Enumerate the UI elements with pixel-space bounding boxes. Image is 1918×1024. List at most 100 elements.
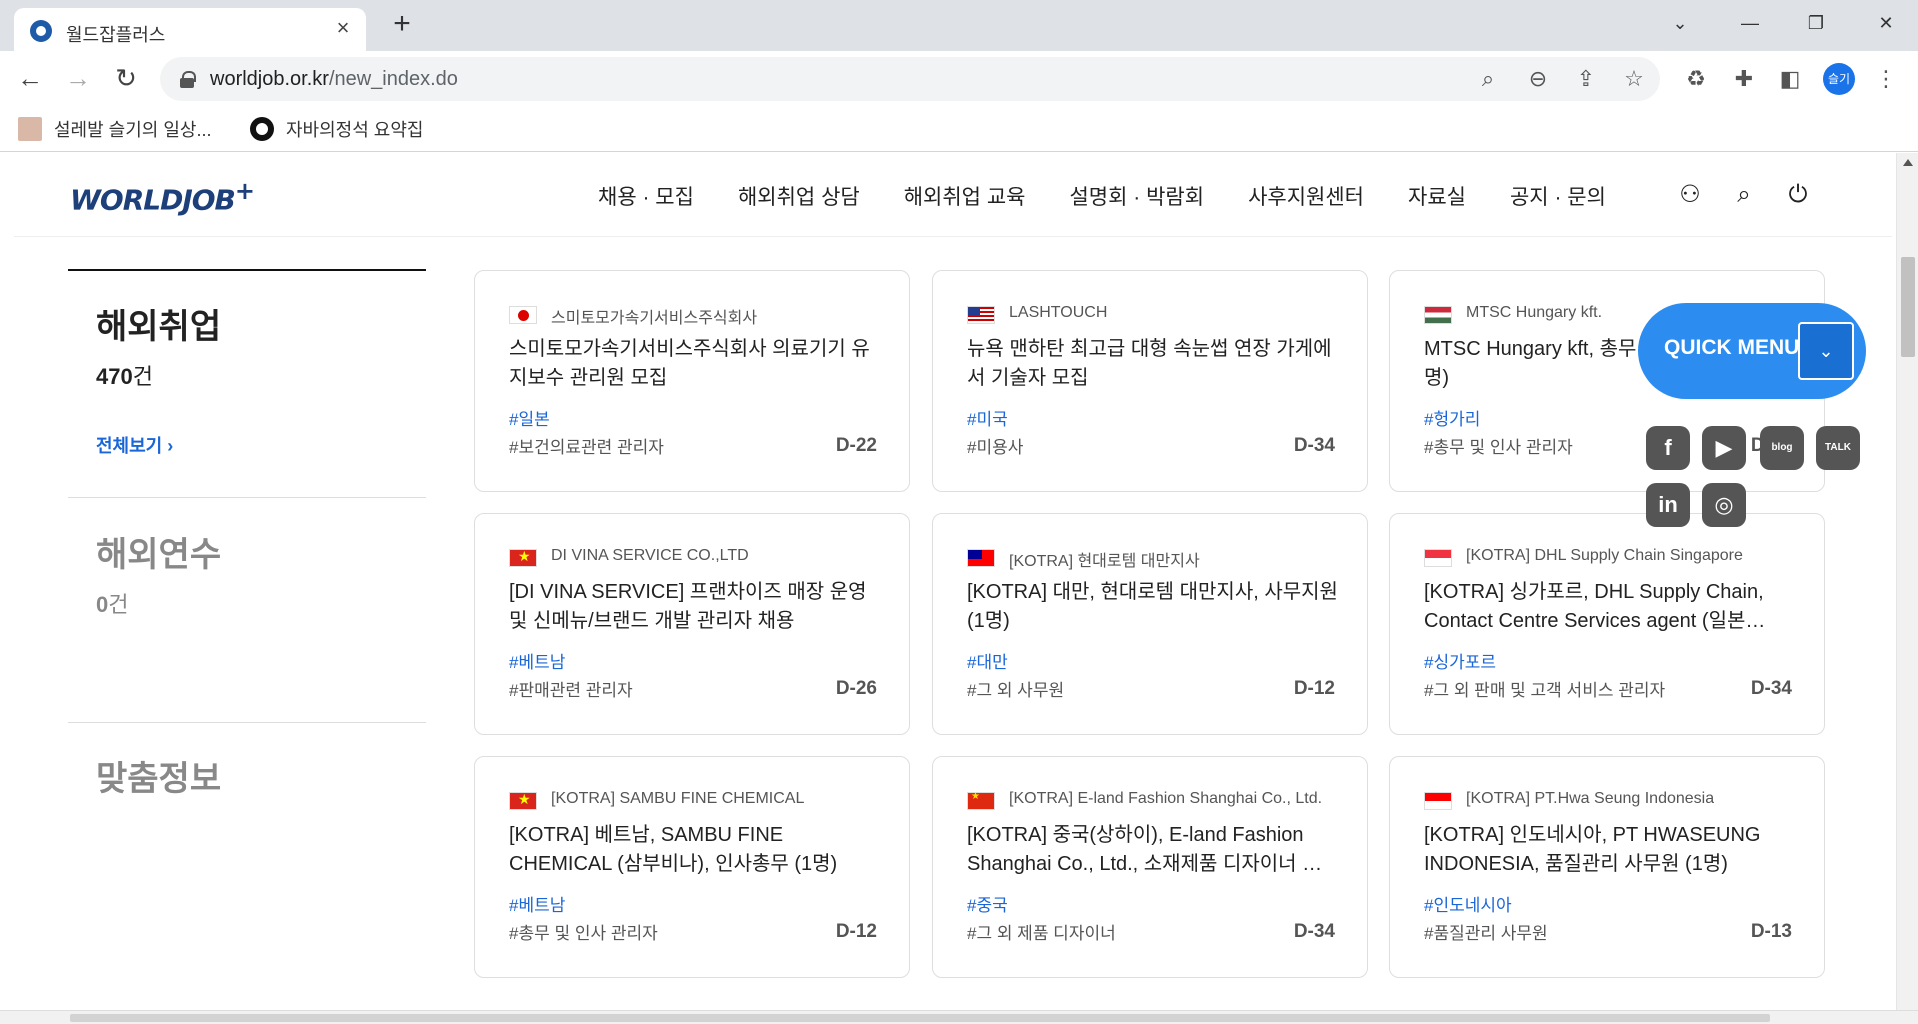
country-tag[interactable]: #중국: [967, 891, 1008, 916]
flag-icon: [967, 306, 995, 324]
flag-icon: [1424, 549, 1452, 567]
job-card[interactable]: [KOTRA] 현대로템 대만지사 [KOTRA] 대만, 현대로템 대만지사, …: [932, 513, 1368, 735]
tab-title: 월드잡플러스: [66, 25, 166, 45]
nav-item[interactable]: 해외취업 상담: [738, 181, 860, 211]
instagram-icon[interactable]: ◎: [1702, 483, 1746, 527]
linkedin-icon[interactable]: in: [1646, 483, 1690, 527]
job-card[interactable]: LASHTOUCH 뉴욕 맨하탄 최고급 대형 속눈썹 연장 가게에서 기술자 모…: [932, 270, 1368, 492]
job-title[interactable]: 스미토모가속기서비스주식회사 의료기기 유지보수 관리원 모집: [509, 335, 881, 393]
job-title[interactable]: [KOTRA] 베트남, SAMBU FINE CHEMICAL (삼부비나),…: [509, 821, 881, 879]
nav-item[interactable]: 공지 · 문의: [1510, 181, 1606, 211]
bookmark-item[interactable]: 설레발 슬기의 일상...: [18, 113, 211, 145]
section-count: 470건: [96, 364, 153, 389]
nav-item[interactable]: 채용 · 모집: [598, 181, 694, 211]
quick-menu[interactable]: QUICK MENU ⌄: [1638, 303, 1866, 399]
job-category: #총무 및 인사 관리자: [509, 924, 658, 943]
bookmark-item[interactable]: 자바의정석 요약집: [250, 113, 423, 145]
restore-icon[interactable]: ❐: [1794, 10, 1838, 36]
company-name: [KOTRA] 현대로템 대만지사: [1009, 553, 1200, 570]
address-bar[interactable]: worldjob.or.kr/new_index.do ⌕ ⊖ ⇪ ☆: [160, 57, 1660, 101]
vertical-scrollbar[interactable]: [1896, 153, 1918, 1010]
forward-icon[interactable]: →: [62, 63, 94, 95]
reload-icon[interactable]: ↻: [110, 63, 142, 95]
section-title[interactable]: 해외연수: [96, 527, 221, 576]
view-all-link[interactable]: 전체보기 ›: [96, 432, 173, 458]
deadline-badge: D-12: [835, 921, 877, 942]
deadline-badge: D-22: [835, 435, 877, 456]
country-tag[interactable]: #일본: [509, 405, 550, 430]
window-close-icon[interactable]: ✕: [1864, 10, 1908, 36]
job-title[interactable]: [KOTRA] 인도네시아, PT HWASEUNG INDONESIA, 품질…: [1424, 821, 1796, 879]
tab-search-icon[interactable]: ⌄: [1658, 10, 1702, 36]
country-tag[interactable]: #대만: [967, 648, 1008, 673]
minimize-icon[interactable]: —: [1728, 10, 1772, 36]
scroll-thumb[interactable]: [70, 1014, 1770, 1022]
job-category: #보건의료관련 관리자: [509, 438, 664, 457]
job-card[interactable]: [KOTRA] E-land Fashion Shanghai Co., Ltd…: [932, 756, 1368, 978]
job-card[interactable]: DI VINA SERVICE CO.,LTD [DI VINA SERVICE]…: [474, 513, 910, 735]
company-name: 스미토모가속기서비스주식회사: [551, 310, 758, 327]
new-tab-icon[interactable]: +: [386, 9, 418, 41]
search-icon[interactable]: ⌕: [1728, 179, 1760, 211]
url-text[interactable]: worldjob.or.kr/new_index.do: [210, 68, 458, 91]
back-icon[interactable]: ←: [14, 63, 46, 95]
bookmarks-bar: 설레발 슬기의 일상... 자바의정석 요약집: [0, 107, 1918, 152]
country-tag[interactable]: #헝가리: [1424, 405, 1480, 430]
bookmark-avatar-icon: [18, 117, 42, 141]
search-icon[interactable]: ⌕: [1474, 65, 1502, 93]
job-category: #총무 및 인사 관리자: [1424, 438, 1573, 457]
country-tag[interactable]: #베트남: [509, 891, 565, 916]
deadline-badge: D-26: [835, 678, 877, 699]
nav-item[interactable]: 해외취업 교육: [904, 181, 1026, 211]
facebook-icon[interactable]: f: [1646, 426, 1690, 470]
user-icon[interactable]: ⚇: [1674, 179, 1706, 211]
nav-item[interactable]: 설명회 · 박람회: [1069, 181, 1204, 211]
job-card[interactable]: 스미토모가속기서비스주식회사스미토모가속기서비스주식회사 의료기기 유지보수 관…: [474, 270, 910, 492]
close-tab-icon[interactable]: ×: [332, 17, 354, 39]
share-icon[interactable]: ⇪: [1572, 65, 1600, 93]
country-tag[interactable]: #미국: [967, 405, 1008, 430]
job-category: #판매관련 관리자: [509, 681, 633, 700]
section-title[interactable]: 해외취업: [96, 299, 221, 348]
flag-icon: [509, 306, 537, 324]
kakaotalk-icon[interactable]: TALK: [1816, 426, 1860, 470]
bookmark-star-icon[interactable]: ☆: [1620, 65, 1648, 93]
youtube-icon[interactable]: ▶: [1702, 426, 1746, 470]
main-nav: 채용 · 모집 해외취업 상담 해외취업 교육 설명회 · 박람회 사후지원센터…: [598, 181, 1650, 211]
section-title[interactable]: 맞춤정보: [96, 751, 221, 800]
nav-item[interactable]: 사후지원센터: [1248, 181, 1364, 211]
job-title[interactable]: [DI VINA SERVICE] 프랜차이즈 매장 운영 및 신메뉴/브랜드 …: [509, 578, 881, 636]
recycle-icon[interactable]: ♻: [1680, 63, 1712, 95]
bookmark-label: 자바의정석 요약집: [286, 120, 424, 140]
worldjob-logo[interactable]: WORLDJOB+: [70, 177, 255, 216]
country-tag[interactable]: #인도네시아: [1424, 891, 1512, 916]
profile-avatar[interactable]: 슬기: [1823, 63, 1855, 95]
job-card[interactable]: [KOTRA] SAMBU FINE CHEMICAL [KOTRA] 베트남, …: [474, 756, 910, 978]
power-icon[interactable]: ⏻: [1782, 179, 1814, 211]
country-tag[interactable]: #베트남: [509, 648, 565, 673]
menu-dots-icon[interactable]: ⋮: [1870, 63, 1902, 95]
job-card[interactable]: [KOTRA] DHL Supply Chain Singapore [KOTRA…: [1389, 513, 1825, 735]
job-category: #미용사: [967, 438, 1024, 457]
country-tag[interactable]: #싱가포르: [1424, 648, 1496, 673]
job-category: #품질관리 사무원: [1424, 924, 1548, 943]
nav-item[interactable]: 자료실: [1408, 181, 1466, 211]
side-panel-icon[interactable]: ◧: [1774, 63, 1806, 95]
scroll-thumb[interactable]: [1901, 257, 1915, 357]
zoom-out-icon[interactable]: ⊖: [1524, 65, 1552, 93]
lock-icon[interactable]: [180, 71, 196, 88]
job-title[interactable]: [KOTRA] 대만, 현대로템 대만지사, 사무지원(1명): [967, 578, 1339, 636]
panel-top-divider: [68, 269, 426, 271]
horizontal-scrollbar[interactable]: [0, 1010, 1918, 1024]
browser-tab[interactable]: 월드잡플러스 ×: [14, 8, 366, 51]
scroll-up-icon[interactable]: [1903, 159, 1913, 166]
chevron-down-icon[interactable]: ⌄: [1798, 322, 1854, 380]
extensions-icon[interactable]: ✚: [1728, 63, 1760, 95]
job-card[interactable]: [KOTRA] PT.Hwa Seung Indonesia [KOTRA] 인도…: [1389, 756, 1825, 978]
job-title[interactable]: 뉴욕 맨하탄 최고급 대형 속눈썹 연장 가게에서 기술자 모집: [967, 335, 1339, 393]
job-title[interactable]: [KOTRA] 싱가포르, DHL Supply Chain, Contact …: [1424, 578, 1796, 636]
page-viewport: WORLDJOB+ 채용 · 모집 해외취업 상담 해외취업 교육 설명회 · …: [0, 153, 1918, 1010]
blog-icon[interactable]: blog: [1760, 426, 1804, 470]
company-name: [KOTRA] SAMBU FINE CHEMICAL: [551, 790, 805, 807]
job-title[interactable]: [KOTRA] 중국(상하이), E-land Fashion Shanghai…: [967, 821, 1339, 879]
